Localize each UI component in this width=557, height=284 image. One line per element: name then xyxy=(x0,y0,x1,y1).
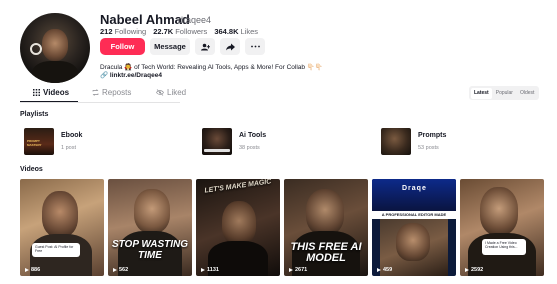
play-icon xyxy=(201,268,205,272)
grid-icon xyxy=(33,89,40,96)
profile-bio: Dracula 🧛 of Tech World: Revealing AI To… xyxy=(100,64,323,71)
likes-stat: 364.8K Likes xyxy=(214,27,259,36)
profile-handle: draqee4 xyxy=(178,15,212,25)
eye-off-icon xyxy=(156,89,164,96)
video-card[interactable]: THIS FREE AI MODEL 2671 xyxy=(284,179,368,276)
follow-button[interactable]: Follow xyxy=(100,38,145,55)
message-button[interactable]: Message xyxy=(150,38,190,55)
video-views: 2671 xyxy=(289,267,307,273)
video-overlay-text: LET'S MAKE MAGIC xyxy=(204,179,272,195)
profile-tabs: Videos Reposts Liked xyxy=(20,86,537,103)
more-button[interactable] xyxy=(245,38,265,55)
tab-reposts[interactable]: Reposts xyxy=(92,88,131,97)
tab-videos[interactable]: Videos xyxy=(33,88,69,97)
play-icon xyxy=(289,268,293,272)
following-stat[interactable]: 212 Following xyxy=(100,27,146,36)
tab-divider xyxy=(20,102,180,103)
playlists-heading: Playlists xyxy=(20,111,49,118)
play-icon xyxy=(113,268,117,272)
video-overlay-text: THIS FREE AI MODEL xyxy=(290,241,362,264)
playlist-thumbnail: PROMPT MASTERY xyxy=(24,127,54,155)
play-icon xyxy=(465,268,469,272)
link-icon: 🔗 xyxy=(100,72,109,79)
play-icon xyxy=(377,268,381,272)
repost-icon xyxy=(92,89,99,96)
video-grid: Guest Post: AI Profile for Free 886 STOP… xyxy=(20,179,544,276)
playlist-thumbnail xyxy=(202,127,232,155)
followers-stat[interactable]: 22.7K Followers xyxy=(153,27,207,36)
video-views: 1131 xyxy=(201,267,219,273)
playlist-count: 1 post xyxy=(61,144,76,151)
video-card[interactable]: Draqe A PROFESSIONAL EDITOR MADE 459 xyxy=(372,179,456,276)
more-horizontal-icon xyxy=(250,45,260,48)
video-card-text: I Made a Free Video Creation Using this.… xyxy=(485,241,518,249)
sort-oldest[interactable]: Oldest xyxy=(516,88,537,99)
playlist-title: Ebook xyxy=(61,131,83,139)
share-icon xyxy=(225,43,235,50)
video-card[interactable]: STOP WASTING TIME 562 xyxy=(108,179,192,276)
playlist-count: 53 posts xyxy=(418,144,439,151)
person-add-icon xyxy=(200,43,210,50)
playlist-title: Ai Tools xyxy=(239,131,267,139)
video-card[interactable]: Guest Post: AI Profile for Free 886 xyxy=(20,179,104,276)
videos-heading: Videos xyxy=(20,166,43,173)
profile-stats: 212 Following 22.7K Followers 364.8K Likes xyxy=(100,27,258,36)
sort-latest[interactable]: Latest xyxy=(470,87,493,99)
profile-link[interactable]: 🔗 linktr.ee/Draqee4 xyxy=(100,71,162,79)
video-views: 459 xyxy=(377,267,392,273)
playlist-count: 38 posts xyxy=(239,144,260,151)
video-views: 886 xyxy=(25,267,40,273)
video-card[interactable]: LET'S MAKE MAGIC 1131 xyxy=(196,179,280,276)
sort-popular[interactable]: Popular xyxy=(492,88,516,99)
video-banner: A PROFESSIONAL EDITOR MADE xyxy=(372,211,456,219)
add-friend-button[interactable] xyxy=(195,38,215,55)
playlist-thumbnail xyxy=(381,127,411,155)
playlist-title: Prompts xyxy=(418,131,447,139)
sort-toggle: Latest Popular Oldest xyxy=(469,86,540,100)
profile-actions: Follow Message xyxy=(100,38,265,55)
video-overlay-text: STOP WASTING TIME xyxy=(111,239,189,261)
video-views: 2592 xyxy=(465,267,483,273)
playlist-item[interactable]: Prompts 53 posts xyxy=(381,127,446,155)
share-button[interactable] xyxy=(220,38,240,55)
tab-liked[interactable]: Liked xyxy=(156,88,186,97)
brand-logo: Draqe xyxy=(402,185,427,192)
video-card[interactable]: I Made a Free Video Creation Using this.… xyxy=(460,179,544,276)
profile-name: Nabeel Ahmad xyxy=(100,12,190,27)
play-icon xyxy=(25,268,29,272)
playlist-item[interactable]: Ai Tools 38 posts xyxy=(202,127,266,155)
video-card-text: Guest Post: AI Profile for Free xyxy=(35,245,74,253)
playlist-item[interactable]: PROMPT MASTERY Ebook 1 post xyxy=(24,127,82,155)
video-views: 562 xyxy=(113,267,128,273)
profile-avatar[interactable] xyxy=(20,13,90,83)
